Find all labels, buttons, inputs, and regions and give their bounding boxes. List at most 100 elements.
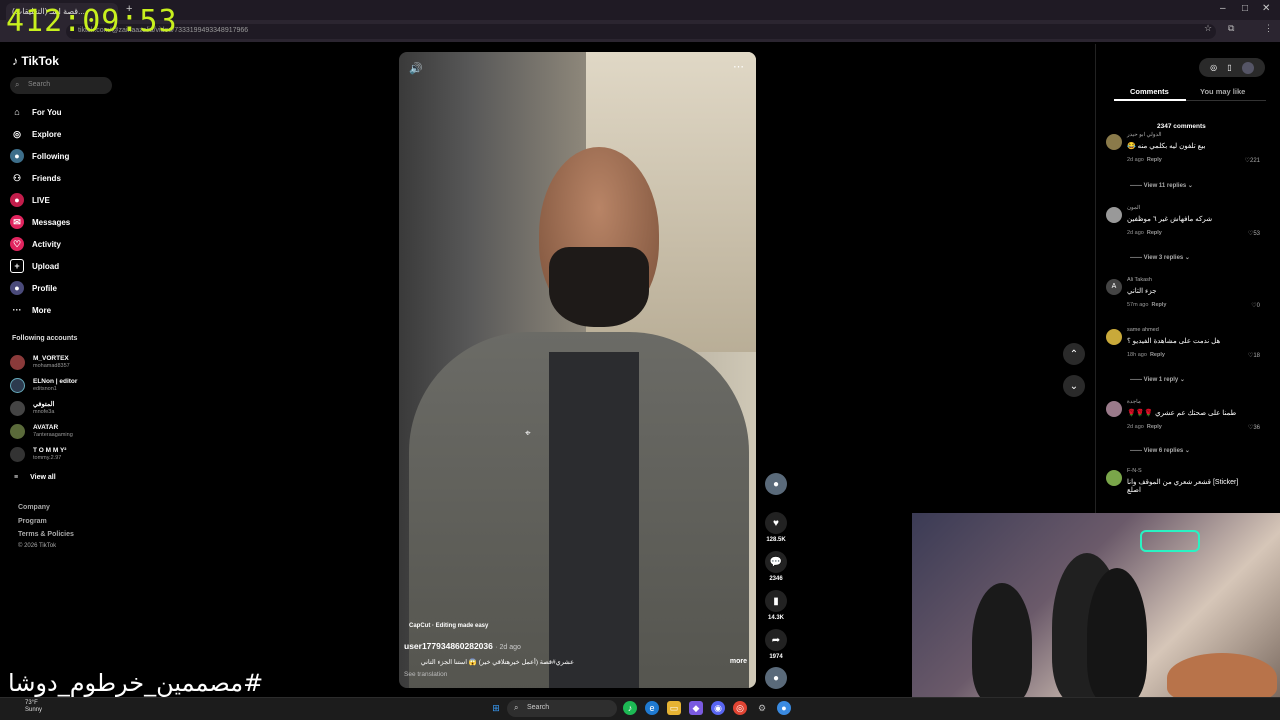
sidebar-item-for-you[interactable]: ⌂ For You [10,104,61,120]
sidebar-item-messages[interactable]: ✉ Messages [10,214,70,230]
app-icon[interactable]: ◆ [689,701,703,715]
steam-icon[interactable]: ⚙ [755,701,769,715]
search-icon: ⌕ [514,703,519,712]
comment-time: 2d ago [1127,230,1144,236]
more-options-icon[interactable]: ⋯ [733,60,744,73]
previous-video-button[interactable]: ⌃ [1063,343,1085,365]
sidebar-item-activity[interactable]: ♡ Activity [10,236,61,252]
menu-icon[interactable]: ⋮ [1264,23,1273,34]
reply-button[interactable]: Reply [1147,230,1162,236]
address-bar[interactable]: tiktok.com/@zainaazalia/video/7333199493… [66,24,1216,39]
comment-user[interactable]: Ali Takash [1127,277,1152,283]
webcam-person [1087,568,1147,697]
windows-start-icon[interactable]: ⊞ [489,701,503,715]
view-replies-button[interactable]: —— View 6 replies ⌄ [1130,447,1190,454]
video-author[interactable]: user177934860282036 · 2d ago [404,641,521,651]
comment-time: 57m ago [1127,302,1149,308]
sidebar-item-profile[interactable]: ● Profile [10,280,57,296]
profile-icon: ● [10,281,24,295]
avatar[interactable] [1106,207,1122,223]
discord-icon[interactable]: ◉ [711,701,725,715]
comment-like-button[interactable]: ♡221 [1245,157,1260,164]
compass-icon[interactable]: ◎ [1210,63,1217,72]
account-item[interactable]: T O M M Y² tommy.2.97 [10,444,66,464]
share-button[interactable]: ➦ 1974 [763,629,789,660]
account-item[interactable]: ELNon | editor editsnon1 [10,375,77,395]
footer-terms[interactable]: Terms & Policies [18,531,74,538]
comment-meta: 18h ago Reply [1127,352,1165,358]
save-button[interactable]: ▮ 14.3K [763,590,789,621]
webcam-chair [1167,653,1277,697]
comment-text: شركه مافهاش غير ٦ موظفين [1127,216,1213,223]
account-item[interactable]: M_VORTEX mohamad8357 [10,352,70,372]
view-replies-button[interactable]: —— View 3 replies ⌄ [1130,254,1190,261]
volume-icon[interactable]: 🔊 [409,62,423,75]
comment-button[interactable]: 💬 2346 [763,551,789,582]
comment-like-button[interactable]: ♡18 [1248,352,1260,359]
search-input[interactable]: ⌕ Search [10,77,112,94]
video-player[interactable]: 🔊 ⋯ CapCut · Editing made easy user17793… [399,52,756,688]
comment-user[interactable]: ماجدة [1127,399,1141,405]
edge-icon[interactable]: e [645,701,659,715]
avatar[interactable] [1106,470,1122,486]
comment-like-button[interactable]: ♡53 [1248,230,1260,237]
file-explorer-icon[interactable]: ▭ [667,701,681,715]
app-icon[interactable]: ● [777,701,791,715]
sidebar-item-upload[interactable]: + Upload [10,258,59,274]
sidebar-item-explore[interactable]: ◎ Explore [10,126,61,142]
author-avatar-button[interactable]: ● [763,473,789,495]
user-avatar[interactable] [1241,61,1254,74]
avatar[interactable] [1106,329,1122,345]
view-replies-label: View 3 replies [1143,255,1184,261]
reply-button[interactable]: Reply [1151,302,1166,308]
chrome-icon[interactable]: ◎ [733,701,747,715]
star-icon[interactable]: ☆ [1204,23,1212,34]
tab-you-may-like[interactable]: You may like [1200,87,1245,96]
account-handle: 7anteraagaming [33,431,73,438]
comment-like-button[interactable]: ♡0 [1251,302,1260,309]
reply-button[interactable]: Reply [1147,424,1162,430]
taskbar-search[interactable]: ⌕ Search [507,700,617,717]
tiktok-logo[interactable]: ♪ TikTok [12,54,59,68]
comment-count: 2346 [769,576,783,582]
sidebar-item-more[interactable]: ··· More [10,302,52,318]
minimize-icon[interactable]: – [1220,3,1226,14]
reply-button[interactable]: Reply [1150,352,1165,358]
sidebar-item-live[interactable]: ● LIVE [10,192,50,208]
close-icon[interactable]: ✕ [1262,3,1270,14]
like-button[interactable]: ♥ 128.5K [763,512,789,543]
sidebar-item-following[interactable]: ● Following [10,148,69,164]
avatar[interactable]: A [1106,279,1122,295]
reply-button[interactable]: Reply [1147,157,1162,163]
comment-user[interactable]: الدولي ابو حيدر [1127,132,1162,138]
capcut-badge[interactable]: CapCut · Editing made easy [409,623,488,629]
more-link[interactable]: more [730,658,747,665]
weather-temp: 73°F [25,700,38,706]
neon-sign [1140,530,1200,552]
comment-user[interactable]: المون [1127,205,1140,211]
more-icon: ··· [12,305,22,315]
maximize-icon[interactable]: □ [1242,3,1248,14]
footer-program[interactable]: Program [18,518,47,525]
account-item[interactable]: المتوفي mnofe3a [10,398,54,418]
next-video-button[interactable]: ⌄ [1063,375,1085,397]
see-translation-link[interactable]: See translation [404,671,447,678]
account-item[interactable]: AVATAR 7anteraagaming [10,421,73,441]
avatar[interactable] [1106,134,1122,150]
view-replies-button[interactable]: —— View 1 reply ⌄ [1130,376,1185,383]
view-replies-button[interactable]: —— View 11 replies ⌄ [1130,182,1193,189]
tab-comments[interactable]: Comments [1130,87,1169,96]
comment-user[interactable]: F-N-S [1127,468,1142,474]
avatar[interactable] [1106,401,1122,417]
weather-widget[interactable]: 73°F Sunny [25,700,42,714]
phone-icon[interactable]: ▯ [1227,63,1231,72]
comment-like-button[interactable]: ♡36 [1248,424,1260,431]
spotify-icon[interactable]: ♪ [623,701,637,715]
footer-company[interactable]: Company [18,504,50,511]
music-disc-button[interactable]: ● [763,667,789,689]
view-all-link[interactable]: ≡ View all [10,467,56,487]
comment-user[interactable]: same ahmed [1127,327,1159,333]
sidebar-item-friends[interactable]: ⚇ Friends [10,170,61,186]
following-icon: ● [10,149,24,163]
extensions-icon[interactable]: ⧉ [1228,23,1234,34]
